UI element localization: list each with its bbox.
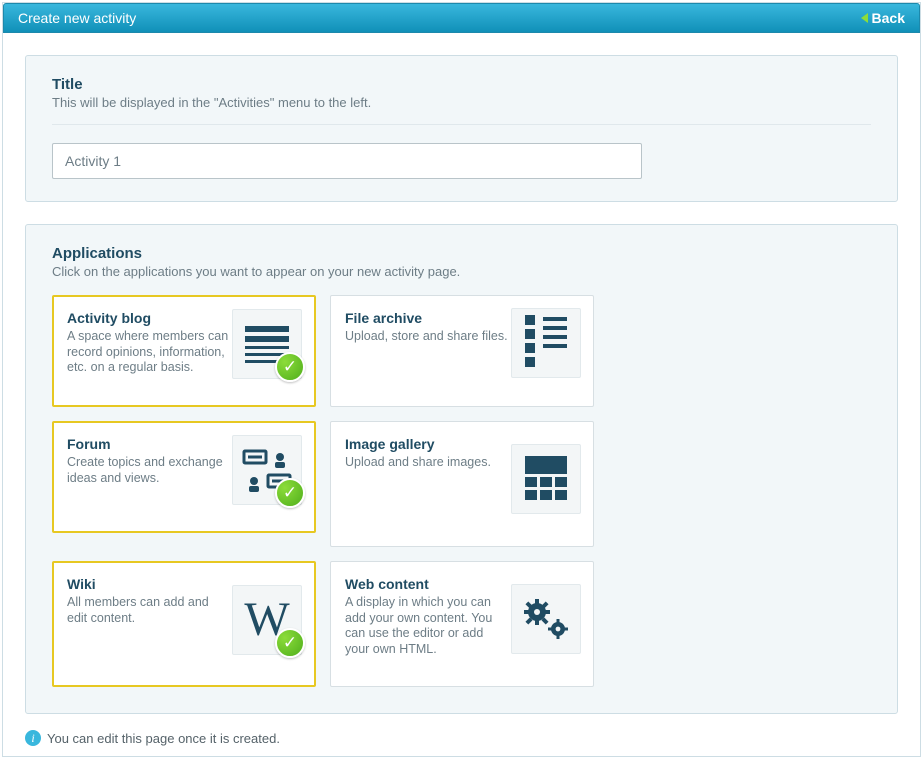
check-icon: ✓ xyxy=(275,352,305,382)
check-icon: ✓ xyxy=(275,478,305,508)
app-card-web-content[interactable]: Web content A display in which you can a… xyxy=(330,561,594,687)
header-bar: Create new activity Back xyxy=(3,3,920,33)
apps-sub: Click on the applications you want to ap… xyxy=(52,264,871,279)
card-desc: All members can add and edit content. xyxy=(67,595,231,626)
footer-text: You can edit this page once it is create… xyxy=(47,731,280,746)
divider xyxy=(52,124,871,125)
gears-icon xyxy=(511,584,581,654)
card-title: Forum xyxy=(67,436,231,452)
gallery-icon xyxy=(511,444,581,514)
app-card-image-gallery[interactable]: Image gallery Upload and share images. xyxy=(330,421,594,547)
apps-grid: Activity blog A space where members can … xyxy=(52,295,871,687)
file-archive-icon xyxy=(511,308,581,378)
app-card-activity-blog[interactable]: Activity blog A space where members can … xyxy=(52,295,316,407)
card-desc: Upload, store and share files. xyxy=(345,329,509,345)
title-sub: This will be displayed in the "Activitie… xyxy=(52,95,871,110)
apps-heading: Applications xyxy=(52,245,871,262)
card-title: Web content xyxy=(345,576,509,592)
check-icon: ✓ xyxy=(275,628,305,658)
title-heading: Title xyxy=(52,76,871,93)
blog-icon: ✓ xyxy=(232,309,302,379)
page-title: Create new activity xyxy=(18,10,136,26)
card-title: Image gallery xyxy=(345,436,509,452)
card-title: Activity blog xyxy=(67,310,231,326)
card-desc: Upload and share images. xyxy=(345,455,509,471)
wiki-icon: W ✓ xyxy=(232,585,302,655)
app-card-forum[interactable]: Forum Create topics and exchange ideas a… xyxy=(52,421,316,533)
applications-panel: Applications Click on the applications y… xyxy=(25,224,898,714)
app-card-wiki[interactable]: Wiki All members can add and edit conten… xyxy=(52,561,316,687)
card-desc: A space where members can record opinion… xyxy=(67,329,231,376)
forum-icon: ✓ xyxy=(232,435,302,505)
title-panel: Title This will be displayed in the "Act… xyxy=(25,55,898,202)
activity-title-input[interactable] xyxy=(52,143,642,179)
footer-note: i You can edit this page once it is crea… xyxy=(25,730,898,746)
back-label: Back xyxy=(872,10,905,26)
back-arrow-icon xyxy=(861,13,868,23)
back-button[interactable]: Back xyxy=(861,10,905,26)
card-desc: A display in which you can add your own … xyxy=(345,595,509,658)
card-desc: Create topics and exchange ideas and vie… xyxy=(67,455,231,486)
card-title: Wiki xyxy=(67,576,231,592)
page-container: Create new activity Back Title This will… xyxy=(2,2,921,757)
card-title: File archive xyxy=(345,310,509,326)
info-icon: i xyxy=(25,730,41,746)
app-card-file-archive[interactable]: File archive Upload, store and share fil… xyxy=(330,295,594,407)
